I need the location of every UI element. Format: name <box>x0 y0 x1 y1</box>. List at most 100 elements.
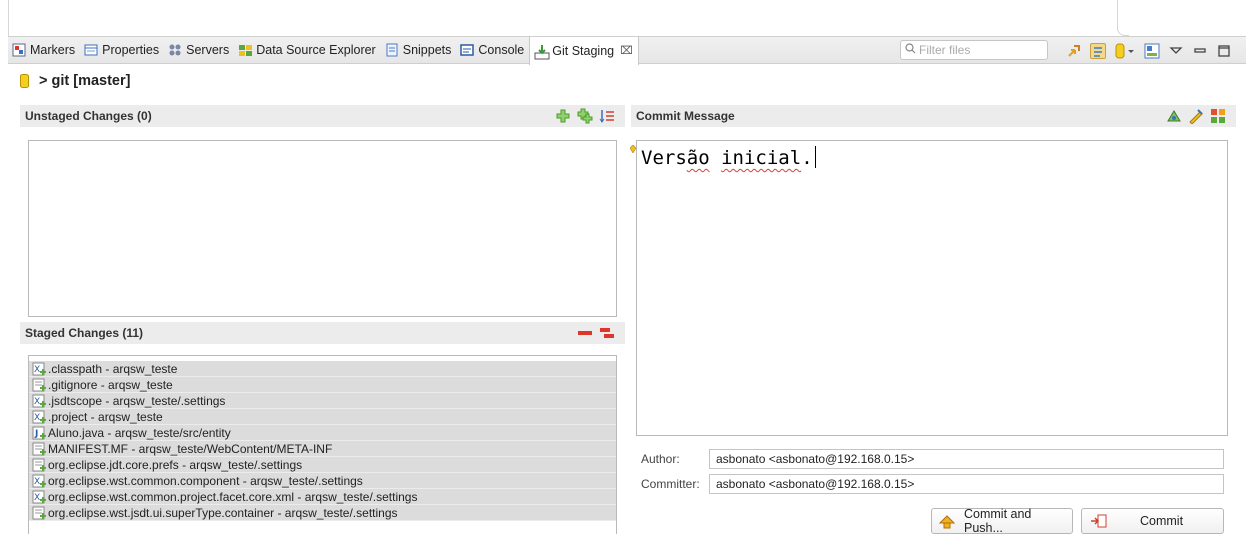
tab-label: Markers <box>30 43 76 57</box>
svg-text:X: X <box>34 477 40 487</box>
svg-text:X: X <box>34 413 40 423</box>
commit-message-part: Vers <box>641 147 687 169</box>
snippets-icon <box>385 43 399 57</box>
repository-name: > git [master] <box>39 73 131 89</box>
list-item[interactable]: org.eclipse.wst.jsdt.ui.superType.contai… <box>29 505 616 521</box>
file-label: .classpath - arqsw_teste <box>48 361 178 376</box>
svg-text:X: X <box>34 397 40 407</box>
text-file-icon <box>32 378 46 392</box>
svg-text:J: J <box>34 429 38 439</box>
tab-data-source-explorer[interactable]: Data Source Explorer <box>234 37 381 63</box>
java-file-icon: J <box>32 426 46 440</box>
commit-message-part <box>710 147 721 169</box>
push-icon[interactable] <box>1066 43 1082 59</box>
text-file-icon <box>32 458 46 472</box>
unstaged-changes-list[interactable] <box>28 140 617 317</box>
committer-field[interactable]: asbonato <asbonato@192.168.0.15> <box>709 474 1224 494</box>
sort-list-icon[interactable] <box>599 108 615 124</box>
view-toolbar <box>1066 41 1232 61</box>
file-label: .project - arqsw_teste <box>48 409 163 424</box>
author-field[interactable]: asbonato <asbonato@192.168.0.15> <box>709 449 1224 469</box>
commit-message-header: Commit Message <box>631 105 1236 127</box>
tab-properties[interactable]: Properties <box>80 37 164 63</box>
text-file-icon <box>32 506 46 520</box>
unstage-selected-icon[interactable] <box>577 325 593 341</box>
tab-label: Data Source Explorer <box>256 43 376 57</box>
commit-icon <box>1090 513 1108 529</box>
committer-value: asbonato <asbonato@192.168.0.15> <box>716 477 915 491</box>
unstage-all-icon[interactable] <box>599 325 615 341</box>
list-item[interactable]: J Aluno.java - arqsw_teste/src/entity <box>29 425 616 441</box>
svg-text:X: X <box>34 365 40 375</box>
add-change-id-icon[interactable] <box>1210 108 1226 124</box>
tab-console[interactable]: Console <box>456 37 529 63</box>
list-item[interactable]: X org.eclipse.wst.common.component - arq… <box>29 473 616 489</box>
window-top-area <box>0 0 1246 36</box>
unstaged-changes-title: Unstaged Changes (0) <box>25 109 152 123</box>
compare-icon[interactable] <box>1090 43 1106 59</box>
commit-message-part: . <box>801 147 813 169</box>
tab-git-staging[interactable]: Git Staging ⌧ <box>529 36 639 65</box>
committer-label: Committer: <box>641 477 700 491</box>
add-signed-off-icon[interactable] <box>1188 108 1204 125</box>
console-icon <box>460 43 475 57</box>
commit-message-text: Versão inicial. <box>641 146 816 169</box>
commit-button[interactable]: Commit <box>1081 508 1224 534</box>
amend-icon[interactable] <box>1166 108 1182 124</box>
minimize-icon[interactable] <box>1192 43 1208 59</box>
xml-file-icon: X <box>32 490 46 504</box>
list-item[interactable]: X .classpath - arqsw_teste <box>29 361 616 377</box>
tab-label: Properties <box>102 43 160 57</box>
view-tab-bar: Markers Properties Servers Data Source E… <box>8 36 1246 65</box>
file-label: org.eclipse.jdt.core.prefs - arqsw_teste… <box>48 457 303 472</box>
tab-snippets[interactable]: Snippets <box>381 37 457 63</box>
xml-file-icon: X <box>32 362 46 376</box>
commit-label: Commit <box>1140 514 1184 528</box>
file-label: org.eclipse.wst.jsdt.ui.superType.contai… <box>48 505 398 520</box>
staged-changes-header: Staged Changes (11) <box>20 322 625 344</box>
properties-icon <box>84 43 98 57</box>
staged-changes-title: Staged Changes (11) <box>25 326 144 340</box>
commit-message-title: Commit Message <box>636 109 735 123</box>
close-icon[interactable]: ⌧ <box>620 44 633 57</box>
commit-and-push-button[interactable]: Commit and Push... <box>931 507 1073 534</box>
filter-placeholder: Filter files <box>919 43 971 57</box>
stage-selected-icon[interactable] <box>555 108 571 124</box>
file-label: MANIFEST.MF - arqsw_teste/WebContent/MET… <box>48 441 333 456</box>
file-label: .jsdtscope - arqsw_teste/.settings <box>48 393 226 408</box>
list-item[interactable]: .gitignore - arqsw_teste <box>29 377 616 393</box>
misspelled-text: inicial <box>721 147 802 169</box>
list-item[interactable]: MANIFEST.MF - arqsw_teste/WebContent/MET… <box>29 441 616 457</box>
list-item[interactable]: X .jsdtscope - arqsw_teste/.settings <box>29 393 616 409</box>
file-label: .gitignore - arqsw_teste <box>48 377 173 392</box>
misspelled-text: ão <box>686 147 710 169</box>
xml-file-icon: X <box>32 410 46 424</box>
list-item[interactable]: X .project - arqsw_teste <box>29 409 616 425</box>
divider <box>8 0 9 36</box>
text-file-icon <box>32 442 46 456</box>
list-item[interactable]: X org.eclipse.wst.common.project.facet.c… <box>29 489 616 505</box>
view-menu-icon[interactable] <box>1168 43 1184 59</box>
filter-files-input[interactable]: Filter files <box>900 40 1048 60</box>
list-item[interactable]: org.eclipse.jdt.core.prefs - arqsw_teste… <box>29 457 616 473</box>
tab-label: Git Staging <box>552 43 615 58</box>
file-label: org.eclipse.wst.common.component - arqsw… <box>48 473 363 488</box>
maximize-icon[interactable] <box>1216 43 1232 59</box>
stage-all-icon[interactable] <box>577 108 593 124</box>
git-staging-icon <box>534 44 550 59</box>
tab-servers[interactable]: Servers <box>164 37 234 63</box>
svg-text:X: X <box>34 493 40 503</box>
servers-icon <box>168 43 182 57</box>
search-icon <box>905 43 916 57</box>
layout-icon[interactable] <box>1144 43 1160 59</box>
push-icon <box>938 513 956 529</box>
repository-label: > git [master] <box>20 70 130 92</box>
tab-label: Snippets <box>402 43 452 57</box>
data-source-icon <box>238 43 253 57</box>
repository-dropdown-icon[interactable] <box>1114 43 1136 59</box>
divider <box>1117 22 1129 36</box>
staged-changes-list[interactable]: X .classpath - arqsw_teste .gitignore - … <box>28 355 617 534</box>
commit-message-input[interactable]: Versão inicial. <box>636 140 1228 436</box>
tab-markers[interactable]: Markers <box>8 37 80 63</box>
xml-file-icon: X <box>32 394 46 408</box>
